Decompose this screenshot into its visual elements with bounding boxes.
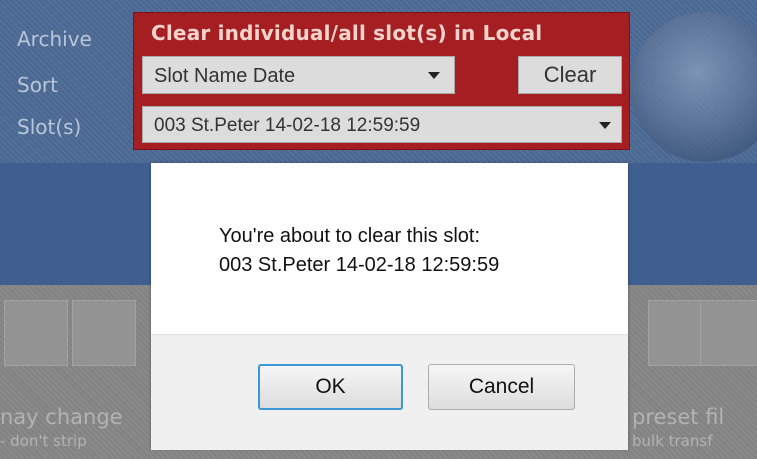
- preset-tile: [4, 300, 68, 366]
- slot-select-value: 003 St.Peter 14-02-18 12:59:59: [154, 115, 421, 136]
- slot-select[interactable]: 003 St.Peter 14-02-18 12:59:59: [142, 106, 622, 143]
- dialog-message: You're about to clear this slot:: [219, 225, 481, 247]
- preset-tile: [72, 300, 136, 366]
- dialog-slot-name: 003 St.Peter 14-02-18 12:59:59: [219, 254, 500, 276]
- sort-select[interactable]: Slot Name Date: [142, 56, 455, 94]
- clear-slots-panel: Clear individual/all slot(s) in Local Sl…: [133, 12, 630, 150]
- archive-label: Archive: [17, 27, 92, 51]
- preset-tile: [700, 300, 757, 366]
- confirm-dialog: You're about to clear this slot: 003 St.…: [151, 163, 628, 450]
- background-text: nay change: [0, 405, 123, 429]
- chevron-down-icon: [599, 122, 611, 129]
- background-text: bulk transf: [632, 432, 713, 450]
- slots-label: Slot(s): [17, 115, 82, 139]
- chevron-down-icon: [428, 72, 440, 79]
- sort-label: Sort: [17, 73, 58, 97]
- clear-button[interactable]: Clear: [518, 56, 622, 94]
- cancel-button[interactable]: Cancel: [428, 364, 575, 410]
- ok-button[interactable]: OK: [258, 364, 403, 410]
- sort-select-value: Slot Name Date: [154, 65, 296, 87]
- panel-title: Clear individual/all slot(s) in Local: [151, 21, 543, 45]
- background-text: preset fil: [632, 405, 725, 429]
- background-text: - don't strip: [0, 432, 87, 450]
